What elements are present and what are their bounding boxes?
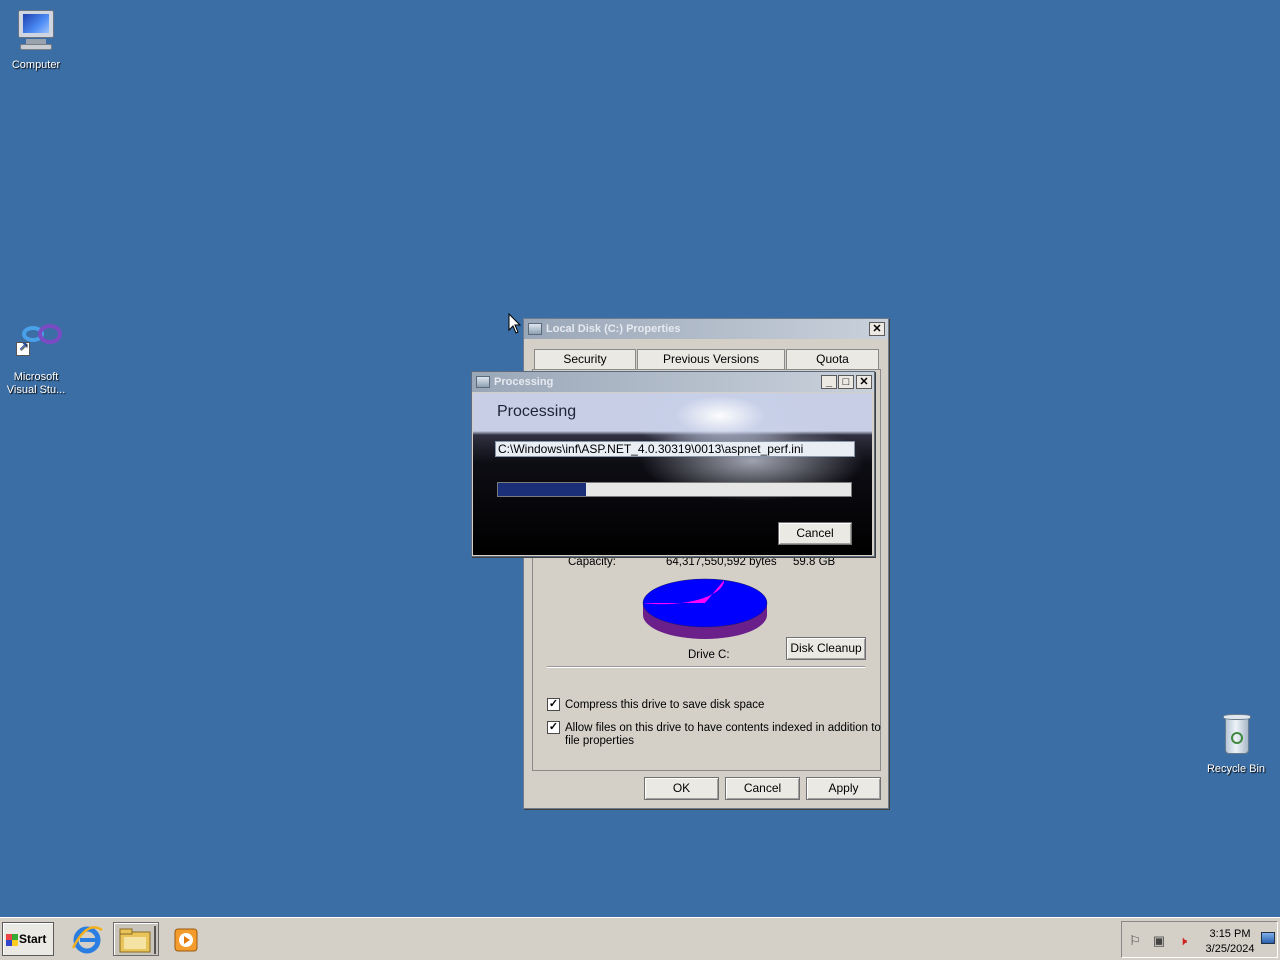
desktop-icon-label: Computer xyxy=(11,59,61,71)
media-player-icon[interactable] xyxy=(168,922,206,956)
clock-date: 3/25/2024 xyxy=(1205,943,1255,955)
windows-logo-icon xyxy=(6,934,18,946)
processing-heading: Processing xyxy=(497,403,577,420)
index-checkbox[interactable]: ✓ xyxy=(547,721,560,734)
start-button[interactable]: Start xyxy=(2,922,54,956)
tab-security[interactable]: Security xyxy=(534,349,636,369)
cancel-button[interactable]: Cancel xyxy=(725,777,800,800)
drive-label: Drive C: xyxy=(688,649,730,661)
desktop-icon-visual-studio[interactable]: Microsoft Visual Stu... xyxy=(0,320,72,397)
capacity-gb: 59.8 GB xyxy=(793,556,836,568)
volume-muted-icon[interactable]: 🕨 xyxy=(1176,934,1190,948)
properties-title: Local Disk (C:) Properties xyxy=(546,323,681,335)
processing-titlebar[interactable]: Processing xyxy=(472,372,874,392)
visual-studio-icon xyxy=(12,320,62,368)
clock-time: 3:15 PM xyxy=(1209,928,1251,940)
compress-label: Compress this drive to save disk space xyxy=(565,699,765,711)
progress-bar xyxy=(497,482,852,497)
separator xyxy=(547,666,865,668)
capacity-label: Capacity: xyxy=(568,556,616,568)
minimize-button[interactable]: _ xyxy=(821,375,837,389)
apply-button[interactable]: Apply xyxy=(806,777,881,800)
tab-quota[interactable]: Quota xyxy=(786,349,879,369)
processing-cancel-button[interactable]: Cancel xyxy=(778,522,852,545)
close-button[interactable]: ✕ xyxy=(869,322,885,336)
progress-fill xyxy=(498,483,587,496)
computer-icon xyxy=(12,8,60,56)
processing-dialog: Processing _ □ ✕ Processing C:\Windows\i… xyxy=(471,371,875,557)
properties-titlebar[interactable]: Local Disk (C:) Properties xyxy=(524,319,888,339)
internet-explorer-icon[interactable] xyxy=(68,922,106,956)
desktop-icon-computer[interactable]: Computer xyxy=(0,8,72,72)
network-icon[interactable]: ▣ xyxy=(1152,934,1166,948)
index-label-line1: Allow files on this drive to have conten… xyxy=(565,722,881,734)
disk-cleanup-button[interactable]: Disk Cleanup xyxy=(786,637,866,660)
drive-icon xyxy=(528,323,542,335)
tab-previous-versions[interactable]: Previous Versions xyxy=(637,349,785,369)
index-label-line2: file properties xyxy=(565,735,635,747)
action-center-flag-icon[interactable]: ⚐ xyxy=(1128,934,1142,948)
show-desktop-icon[interactable] xyxy=(1261,932,1275,944)
usage-pie-chart xyxy=(642,578,768,639)
system-tray: ⚐ ▣ 🕨 3:15 PM 3/25/2024 xyxy=(1121,921,1278,958)
processing-icon xyxy=(476,376,490,388)
recycle-bin-icon xyxy=(1212,712,1260,760)
current-file-path: C:\Windows\inf\ASP.NET_4.0.30319\0013\as… xyxy=(495,441,855,457)
desktop-icon-recycle-bin[interactable]: Recycle Bin xyxy=(1200,712,1272,776)
desktop-icon-label: Microsoft Visual Stu... xyxy=(6,371,66,396)
desktop-icon-label: Recycle Bin xyxy=(1206,763,1266,775)
desktop: Computer Microsoft Visual Stu... Recycle… xyxy=(0,0,1280,917)
processing-title: Processing xyxy=(494,376,554,388)
windows-explorer-icon[interactable] xyxy=(113,922,159,956)
clock[interactable]: 3:15 PM 3/25/2024 xyxy=(1200,927,1260,957)
ok-button[interactable]: OK xyxy=(644,777,719,800)
processing-body: Processing C:\Windows\inf\ASP.NET_4.0.30… xyxy=(473,393,872,555)
mouse-cursor-icon xyxy=(508,313,522,334)
maximize-button[interactable]: □ xyxy=(838,375,854,389)
taskbar: Start ⚐ ▣ 🕨 3:15 PM 3/25/2024 xyxy=(0,917,1280,960)
compress-checkbox[interactable]: ✓ xyxy=(547,698,560,711)
start-label: Start xyxy=(19,932,47,946)
capacity-bytes: 64,317,550,592 bytes xyxy=(666,556,777,568)
close-button[interactable]: ✕ xyxy=(856,375,872,389)
